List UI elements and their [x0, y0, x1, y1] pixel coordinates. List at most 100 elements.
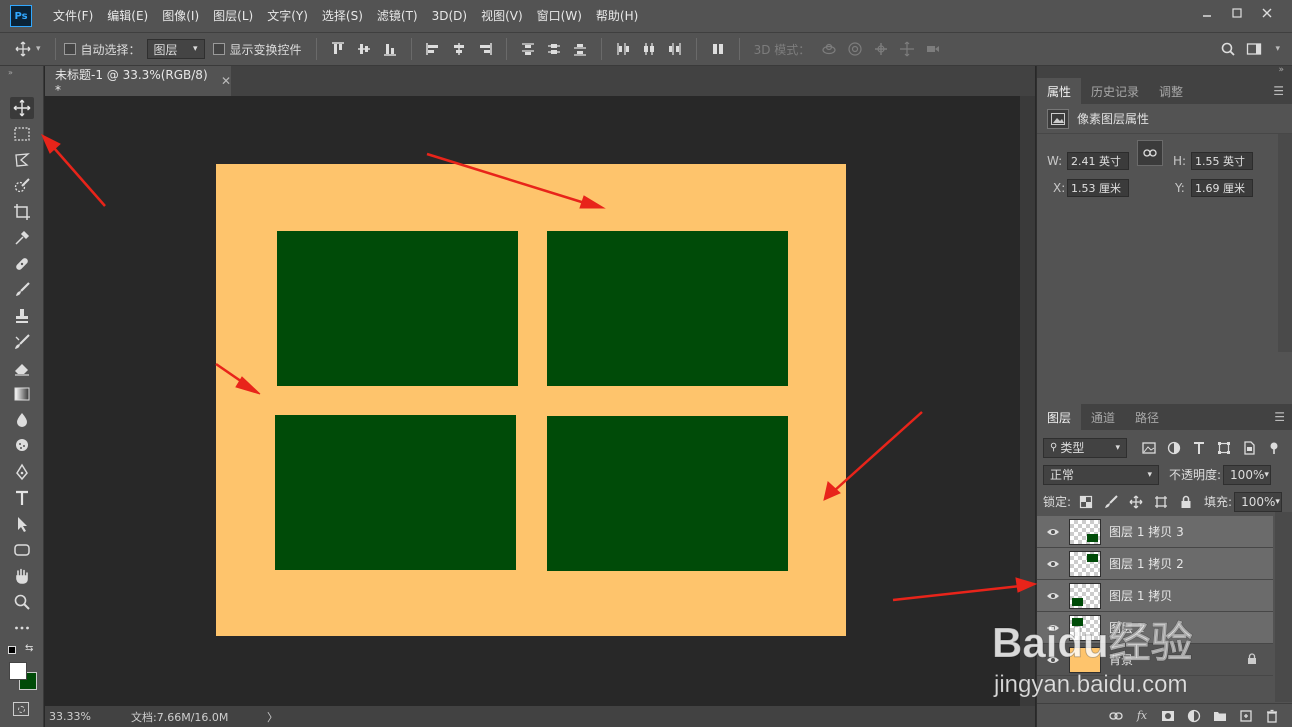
workspace-button[interactable]: [1243, 38, 1265, 60]
align-hcenter-button[interactable]: [448, 38, 470, 60]
hamburger-menu-icon[interactable]: ☰: [1273, 84, 1284, 98]
status-menu-arrow[interactable]: 〉: [267, 709, 278, 725]
filter-smart-object-button[interactable]: [1239, 438, 1259, 458]
layer-row[interactable]: 图层 1 拷贝: [1037, 580, 1273, 612]
path-select-tool[interactable]: [10, 513, 34, 535]
eye-icon[interactable]: [1037, 591, 1069, 601]
layer-row[interactable]: 图层 1 拷贝 2: [1037, 548, 1273, 580]
eye-icon[interactable]: [1037, 623, 1069, 633]
auto-select-dropdown[interactable]: 图层 ▾: [146, 39, 205, 59]
layer-row[interactable]: 图层 1 拷贝 3: [1037, 516, 1273, 548]
delete-layer-button[interactable]: [1259, 709, 1285, 723]
search-button[interactable]: [1217, 38, 1239, 60]
quick-select-tool[interactable]: [10, 175, 34, 197]
align-top-button[interactable]: [327, 38, 349, 60]
filter-pixel-button[interactable]: [1139, 438, 1159, 458]
collapse-arrows-icon[interactable]: »: [8, 68, 13, 77]
more-tools[interactable]: [10, 617, 34, 639]
crop-tool[interactable]: [10, 201, 34, 223]
align-bottom-button[interactable]: [379, 38, 401, 60]
link-layers-button[interactable]: [1103, 709, 1129, 723]
3d-slide-button[interactable]: [896, 38, 918, 60]
menu-image[interactable]: 图像(I): [155, 0, 206, 32]
gradient-tool[interactable]: [10, 383, 34, 405]
3d-camera-button[interactable]: [922, 38, 944, 60]
dodge-tool[interactable]: [10, 435, 34, 457]
auto-select-checkbox[interactable]: [63, 43, 76, 55]
eye-icon[interactable]: [1037, 559, 1069, 569]
properties-scrollbar[interactable]: [1278, 134, 1292, 352]
brush-tool[interactable]: [10, 279, 34, 301]
canvas-vertical-scrollbar[interactable]: [1020, 96, 1035, 706]
add-mask-button[interactable]: [1155, 709, 1181, 723]
tab-channels[interactable]: 通道: [1081, 404, 1125, 430]
layer-style-button[interactable]: fx: [1129, 709, 1155, 722]
chevron-down-icon[interactable]: ▾: [36, 44, 41, 54]
tab-paths[interactable]: 路径: [1125, 404, 1169, 430]
move-tool[interactable]: [10, 97, 34, 119]
green-rectangle-bottom-left[interactable]: [275, 415, 516, 570]
eye-icon[interactable]: [1037, 655, 1069, 665]
tab-layers[interactable]: 图层: [1037, 404, 1082, 430]
3d-pan-button[interactable]: [870, 38, 892, 60]
eraser-tool[interactable]: [10, 357, 34, 379]
lock-transparent-button[interactable]: [1076, 492, 1096, 512]
height-field[interactable]: 1.55 英寸: [1191, 152, 1253, 170]
show-transform-checkbox[interactable]: [212, 43, 225, 55]
menu-filter[interactable]: 滤镜(T): [370, 0, 425, 32]
minimize-button[interactable]: [1192, 4, 1222, 22]
distribute-hcenter-button[interactable]: [638, 38, 660, 60]
menu-edit[interactable]: 编辑(E): [100, 0, 155, 32]
tab-properties[interactable]: 属性: [1037, 78, 1082, 104]
zoom-tool[interactable]: [10, 591, 34, 613]
menu-layer[interactable]: 图层(L): [206, 0, 260, 32]
fill-field[interactable]: 100% ▾: [1234, 491, 1283, 512]
align-left-button[interactable]: [422, 38, 444, 60]
filter-type-button[interactable]: [1189, 438, 1209, 458]
close-window-button[interactable]: [1252, 4, 1282, 22]
lasso-tool[interactable]: [10, 149, 34, 171]
green-rectangle-bottom-right[interactable]: [547, 416, 788, 571]
filter-adjustment-button[interactable]: [1164, 438, 1184, 458]
clone-stamp-tool[interactable]: [10, 305, 34, 327]
link-dimensions-button[interactable]: [1137, 140, 1163, 166]
distribute-vcenter-button[interactable]: [543, 38, 565, 60]
maximize-button[interactable]: [1222, 4, 1252, 22]
blend-mode-dropdown[interactable]: 正常 ▾: [1043, 464, 1159, 485]
3d-orbit-button[interactable]: [818, 38, 840, 60]
layers-scrollbar[interactable]: [1275, 512, 1292, 702]
distribute-top-button[interactable]: [517, 38, 539, 60]
menu-help[interactable]: 帮助(H): [589, 0, 645, 32]
history-brush-tool[interactable]: [10, 331, 34, 353]
filter-toggle-button[interactable]: [1264, 438, 1284, 458]
quick-mask-button[interactable]: [13, 702, 29, 716]
healing-brush-tool[interactable]: [10, 253, 34, 275]
close-tab-icon[interactable]: ✕: [221, 74, 231, 88]
filter-shape-button[interactable]: [1214, 438, 1234, 458]
hamburger-menu-icon[interactable]: ☰: [1274, 410, 1285, 424]
document-canvas[interactable]: [216, 164, 846, 636]
distribute-left-button[interactable]: [612, 38, 634, 60]
swap-colors-icon[interactable]: ⇆: [25, 643, 33, 654]
rect-marquee-tool[interactable]: [10, 123, 34, 145]
default-colors-icon[interactable]: [8, 646, 16, 654]
lock-pixels-button[interactable]: [1101, 492, 1121, 512]
layer-row[interactable]: 图层 1: [1037, 612, 1273, 644]
new-layer-button[interactable]: [1233, 709, 1259, 723]
eye-icon[interactable]: [1037, 527, 1069, 537]
distribute-right-button[interactable]: [664, 38, 686, 60]
lock-all-button[interactable]: [1176, 492, 1196, 512]
y-position-field[interactable]: 1.69 厘米: [1191, 179, 1253, 197]
chevron-down-icon[interactable]: ▾: [1275, 44, 1280, 54]
layer-filter-dropdown[interactable]: ⚲ 类型 ▾: [1043, 437, 1127, 458]
tab-adjustments[interactable]: 调整: [1149, 78, 1193, 104]
tab-history[interactable]: 历史记录: [1081, 78, 1149, 104]
pen-tool[interactable]: [10, 461, 34, 483]
new-group-button[interactable]: [1207, 709, 1233, 723]
blur-tool[interactable]: [10, 409, 34, 431]
menu-select[interactable]: 选择(S): [315, 0, 370, 32]
collapse-arrows-icon[interactable]: »: [1278, 65, 1284, 75]
menu-window[interactable]: 窗口(W): [530, 0, 589, 32]
dock-collapse-bar[interactable]: »: [1037, 65, 1292, 78]
document-tab[interactable]: 未标题-1 @ 33.3%(RGB/8) * ✕: [45, 66, 231, 97]
